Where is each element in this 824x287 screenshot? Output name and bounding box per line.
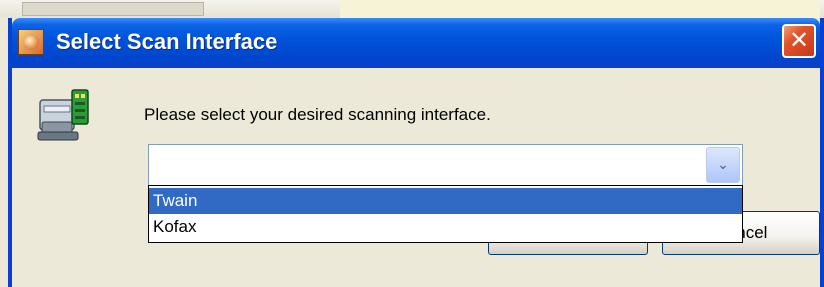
dropdown-option-kofax[interactable]: Kofax — [149, 214, 742, 240]
background-toolbar-segment — [22, 2, 204, 16]
dropdown-arrow-button[interactable]: ⌄ — [706, 147, 740, 183]
title-bar[interactable]: Select Scan Interface ✕ — [12, 18, 820, 68]
background-desktop-strip — [0, 0, 824, 18]
background-window-segment — [340, 0, 820, 18]
dropdown-list: Twain Kofax — [148, 185, 743, 243]
close-button[interactable]: ✕ — [782, 24, 816, 58]
app-icon — [18, 29, 44, 55]
close-icon: ✕ — [788, 26, 810, 54]
dropdown-option-twain[interactable]: Twain — [149, 188, 742, 214]
chevron-down-icon: ⌄ — [717, 157, 729, 173]
prompt-text: Please select your desired scanning inte… — [144, 105, 491, 124]
scanner-icon — [37, 89, 89, 141]
dialog-window: Select Scan Interface ✕ Please select yo… — [8, 18, 824, 287]
window-title: Select Scan Interface — [56, 29, 278, 54]
scan-interface-select[interactable]: ⌄ — [148, 144, 743, 186]
